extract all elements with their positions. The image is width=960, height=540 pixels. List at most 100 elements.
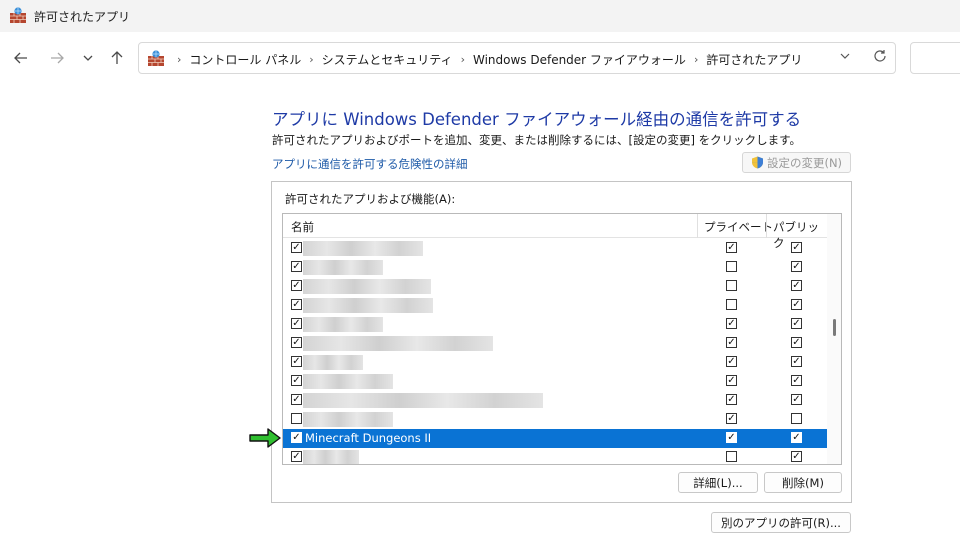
private-checkbox[interactable]: ✓ [726, 413, 737, 424]
change-settings-label: 設定の変更(N) [766, 155, 843, 170]
refresh-icon[interactable] [872, 48, 888, 68]
table-row[interactable]: ✓ ✓ ✓ [283, 353, 827, 372]
chevron-right-icon: › [693, 53, 699, 66]
enabled-checkbox[interactable]: ✓ [291, 394, 302, 405]
redacted-app-name [303, 260, 383, 275]
enabled-checkbox[interactable]: ✓ [291, 299, 302, 310]
redacted-app-name [303, 241, 423, 256]
chevron-right-icon: › [309, 53, 314, 66]
breadcrumb-item[interactable]: システムとセキュリティ [322, 51, 453, 68]
public-checkbox[interactable] [791, 413, 802, 424]
arrow-up-icon [111, 51, 123, 64]
table-row[interactable]: ✓ ✓ ✓ [283, 239, 827, 258]
allowed-apps-group: 許可されたアプリおよび機能(A): 名前 プライベート パブリック ✓ ✓ ✓ ✓ ✓ ✓… [271, 181, 852, 503]
risk-info-link[interactable]: アプリに通信を許可する危険性の詳細 [272, 156, 468, 172]
redacted-app-name [303, 355, 363, 370]
app-name: Minecraft Dungeons II [305, 431, 432, 445]
details-button[interactable]: 詳細(L)... [678, 472, 758, 493]
enabled-checkbox[interactable] [291, 413, 302, 424]
redacted-app-name [303, 412, 393, 427]
public-checkbox[interactable]: ✓ [791, 394, 802, 405]
private-checkbox[interactable]: ✓ [726, 356, 737, 367]
private-checkbox[interactable]: ✓ [726, 375, 737, 386]
private-checkbox[interactable] [726, 451, 737, 462]
redacted-app-name [303, 374, 393, 389]
public-checkbox[interactable]: ✓ [791, 280, 802, 291]
private-checkbox[interactable] [726, 261, 737, 272]
enabled-checkbox[interactable]: ✓ [291, 318, 302, 329]
table-row[interactable]: ✓ ✓ ✓ [283, 334, 827, 353]
column-header-private[interactable]: プライベート [704, 219, 773, 235]
private-checkbox[interactable]: ✓ [726, 242, 737, 253]
remove-button[interactable]: 削除(M) [764, 472, 842, 493]
table-row[interactable]: ✓ ✓ [283, 258, 827, 277]
breadcrumb-item[interactable]: コントロール パネル [189, 51, 301, 68]
allowed-apps-label: 許可されたアプリおよび機能(A): [285, 192, 456, 206]
page-description: 許可されたアプリおよびポートを追加、変更、または削除するには、[設定の変更] を… [272, 133, 801, 147]
search-input[interactable] [910, 42, 960, 74]
enabled-checkbox[interactable]: ✓ [291, 375, 302, 386]
table-row[interactable]: ✓ ✓ ✓ [283, 391, 827, 410]
redacted-app-name [303, 317, 383, 332]
forward-button[interactable] [45, 46, 69, 70]
enabled-checkbox[interactable]: ✓ [291, 261, 302, 272]
chevron-right-icon: › [460, 53, 465, 66]
table-row[interactable]: ✓ ✓ [283, 296, 827, 315]
firewall-icon [10, 7, 26, 23]
public-checkbox[interactable]: ✓ [791, 242, 802, 253]
arrow-left-icon [14, 52, 27, 64]
window-title: 許可されたアプリ [34, 10, 131, 24]
breadcrumb-item[interactable]: Windows Defender ファイアウォール [473, 51, 686, 68]
redacted-app-name [303, 298, 433, 313]
scrollbar-thumb[interactable] [833, 319, 836, 336]
table-row[interactable]: ✓ [283, 410, 827, 429]
redacted-app-name [303, 336, 493, 351]
title-bar: 許可されたアプリ [0, 0, 960, 32]
public-checkbox[interactable]: ✓ [791, 261, 802, 272]
table-row[interactable]: ✓ Minecraft Dungeons II ✓ ✓ [283, 429, 827, 448]
allowed-apps-list[interactable]: 名前 プライベート パブリック ✓ ✓ ✓ ✓ ✓ ✓ ✓ ✓ ✓ ✓ ✓ ✓ ✓ ✓ ✓ ✓ ✓ ✓ ✓ ✓ ✓ ✓ ✓ ✓… [282, 213, 842, 465]
column-header-name[interactable]: 名前 [291, 219, 314, 235]
firewall-icon [148, 50, 164, 66]
enabled-checkbox[interactable]: ✓ [291, 280, 302, 291]
redacted-app-name [303, 450, 359, 464]
public-checkbox[interactable]: ✓ [791, 299, 802, 310]
public-checkbox[interactable]: ✓ [791, 451, 802, 462]
address-bar[interactable]: › コントロール パネル › システムとセキュリティ › Windows Def… [138, 42, 896, 74]
up-button[interactable] [105, 46, 129, 70]
public-checkbox[interactable]: ✓ [791, 318, 802, 329]
table-row[interactable]: ✓ ✓ ✓ [283, 372, 827, 391]
private-checkbox[interactable] [726, 299, 737, 310]
list-header: 名前 プライベート パブリック [283, 214, 827, 250]
table-row[interactable]: ✓ ✓ ✓ [283, 315, 827, 334]
list-scrollbar[interactable] [827, 214, 841, 464]
navigation-bar: › コントロール パネル › システムとセキュリティ › Windows Def… [0, 32, 960, 84]
public-checkbox[interactable]: ✓ [791, 337, 802, 348]
enabled-checkbox[interactable]: ✓ [291, 432, 302, 443]
private-checkbox[interactable]: ✓ [726, 318, 737, 329]
change-settings-button[interactable]: 設定の変更(N) [742, 152, 851, 173]
enabled-checkbox[interactable]: ✓ [291, 451, 302, 462]
private-checkbox[interactable]: ✓ [726, 337, 737, 348]
private-checkbox[interactable]: ✓ [726, 394, 737, 405]
page-title: アプリに Windows Defender ファイアウォール経由の通信を許可する [272, 110, 802, 129]
enabled-checkbox[interactable]: ✓ [291, 337, 302, 348]
table-row[interactable]: ✓ ✓ [283, 277, 827, 296]
green-arrow-annotation [249, 428, 281, 448]
private-checkbox[interactable] [726, 280, 737, 291]
back-button[interactable] [9, 46, 33, 70]
private-checkbox[interactable]: ✓ [726, 432, 737, 443]
allow-another-app-button[interactable]: 別のアプリの許可(R)... [711, 512, 851, 533]
arrow-right-icon [51, 52, 64, 64]
public-checkbox[interactable]: ✓ [791, 375, 802, 386]
breadcrumb: › コントロール パネル › システムとセキュリティ › Windows Def… [169, 51, 802, 68]
enabled-checkbox[interactable]: ✓ [291, 242, 302, 253]
table-row[interactable]: ✓ ✓ [283, 448, 827, 464]
chevron-down-icon [83, 55, 93, 61]
address-dropdown-icon[interactable] [839, 50, 851, 65]
enabled-checkbox[interactable]: ✓ [291, 356, 302, 367]
breadcrumb-item[interactable]: 許可されたアプリ [706, 51, 802, 68]
public-checkbox[interactable]: ✓ [791, 432, 802, 443]
public-checkbox[interactable]: ✓ [791, 356, 802, 367]
recent-locations-button[interactable] [76, 46, 100, 70]
